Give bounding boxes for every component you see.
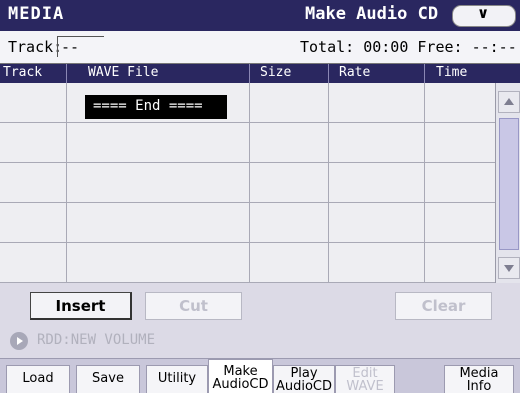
column-line [249,83,250,283]
table-row [0,282,495,283]
page-menu-button[interactable]: ∨ [452,4,516,27]
tab-label-line2: AudioCD [212,377,269,392]
scroll-thumb[interactable] [499,118,519,250]
info-row: Track: -- Total: 00:00 Free: --:-- [0,31,520,64]
tab-label-line2: AudioCD [275,379,333,393]
tab-save[interactable]: Save [76,365,140,393]
column-line [66,83,67,283]
column-divider [328,64,329,83]
directory-path: RDD:NEW VOLUME [37,332,156,348]
arrow-up-icon [504,98,514,105]
play-arrow-icon [10,332,28,350]
track-label: Track: [8,38,63,56]
table-scrollbar[interactable] [495,83,520,283]
column-header-wave-file: WAVE File [88,65,159,80]
column-header-rate: Rate [339,65,371,80]
tab-edit-wave[interactable]: Edit WAVE [335,365,395,393]
tab-label: Utility [157,371,197,386]
arrow-down-icon [504,265,514,272]
title-bar: MEDIA Make Audio CD ∨ [0,0,520,31]
tab-utility[interactable]: Utility [146,365,208,393]
page-tab-bar: Load Save Utility Make AudioCD Play Audi… [0,358,520,393]
column-divider [424,64,425,83]
file-table-body[interactable] [0,83,495,283]
cut-button[interactable]: Cut [145,292,242,320]
column-divider [66,64,67,83]
table-row [0,202,495,203]
tab-label-line2: WAVE [346,379,384,393]
column-line [328,83,329,283]
track-field[interactable]: -- [57,36,104,57]
column-header-size: Size [260,65,292,80]
tab-label: Load [22,371,54,386]
scroll-up-button[interactable] [498,91,520,113]
end-marker-row[interactable]: ==== End ==== [85,95,227,119]
tab-media-info[interactable]: Media Info [444,365,514,393]
table-row [0,242,495,243]
column-line [424,83,425,283]
chevron-down-icon: ∨ [477,4,490,22]
column-header-time: Time [436,65,468,80]
insert-button[interactable]: Insert [30,292,132,320]
tab-label-line2: Info [466,379,492,393]
clear-button[interactable]: Clear [395,292,492,320]
track-value: -- [61,38,80,56]
make-audio-cd-screen: MEDIA Make Audio CD ∨ Track: -- Total: 0… [0,0,520,393]
file-table-header: Track WAVE File Size Rate Time [0,64,520,83]
table-row [0,122,495,123]
mode-title: MEDIA [8,4,65,24]
column-header-track: Track [3,65,43,80]
tab-load[interactable]: Load [6,365,70,393]
column-divider [249,64,250,83]
tab-label: Save [92,371,124,386]
scroll-down-button[interactable] [498,257,520,279]
end-marker-label: ==== End ==== [93,98,203,114]
tab-make-audiocd[interactable]: Make AudioCD [208,359,273,393]
table-row [0,162,495,163]
page-title: Make Audio CD [305,4,439,24]
total-free-readout: Total: 00:00 Free: --:-- [300,38,517,56]
tab-play-audiocd[interactable]: Play AudioCD [273,365,335,393]
